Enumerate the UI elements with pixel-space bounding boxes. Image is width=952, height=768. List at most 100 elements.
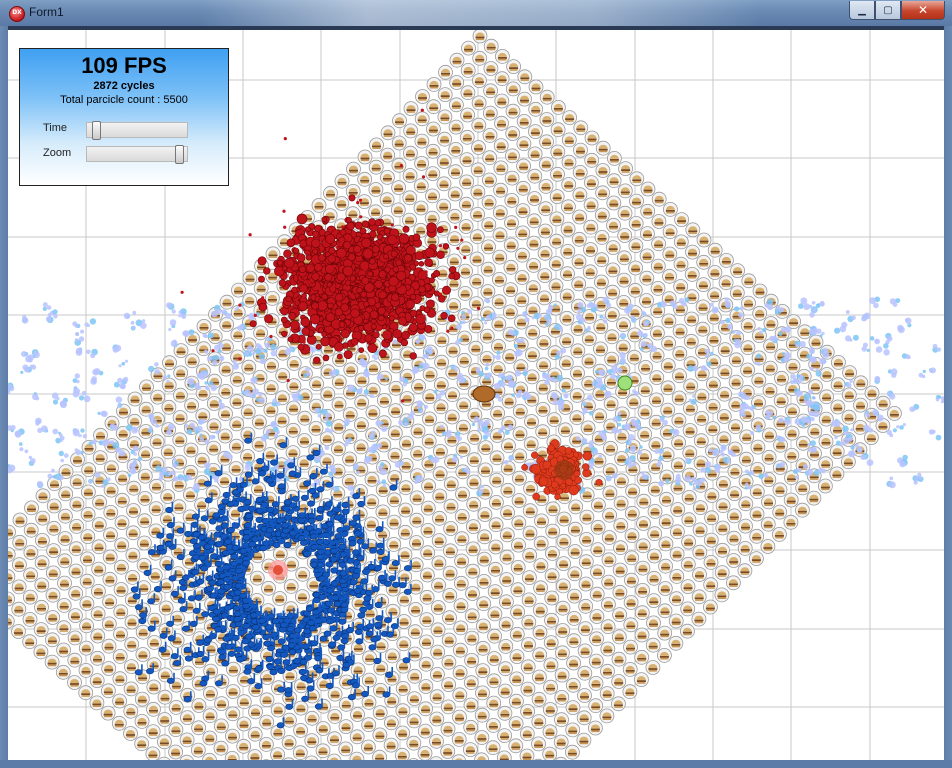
blue-note-particle <box>187 590 196 602</box>
burger-particle <box>494 71 510 87</box>
burger-particle <box>78 685 94 701</box>
zoom-slider[interactable] <box>86 145 188 164</box>
burger-particle <box>398 480 414 496</box>
burger-particle <box>537 245 553 261</box>
red-flower-particle <box>390 250 398 258</box>
close-button[interactable]: ✕ <box>901 1 945 20</box>
burger-particle <box>137 513 153 529</box>
red-flower-particle <box>305 263 315 273</box>
red-flower-particle <box>312 248 318 255</box>
burger-particle <box>751 372 767 388</box>
burger-particle <box>135 647 151 662</box>
burger-particle <box>372 727 388 743</box>
red-stray-particle <box>401 399 405 403</box>
burger-particle <box>605 262 621 278</box>
burger-particle <box>458 219 474 234</box>
burger-particle <box>498 594 514 610</box>
burger-particle <box>737 563 753 579</box>
burger-particle <box>406 691 422 706</box>
burger-particle <box>537 290 552 306</box>
burger-particle <box>454 553 470 569</box>
directx-app-icon[interactable]: DX <box>9 6 25 22</box>
burger-particle <box>456 397 472 413</box>
time-slider[interactable] <box>86 121 188 140</box>
burger-particle <box>180 665 196 681</box>
red-flower-particle <box>336 353 343 360</box>
render-canvas[interactable]: 109 FPS 2872 cycles Total parcicle count… <box>8 30 944 760</box>
burger-particle <box>505 81 521 97</box>
burger-particle <box>784 425 800 441</box>
burger-particle <box>248 704 263 720</box>
burger-particle <box>657 625 673 641</box>
red-flower-particle <box>349 275 356 282</box>
burger-particle <box>414 155 430 171</box>
burger-particle <box>692 522 708 538</box>
zoom-slider-thumb[interactable] <box>175 145 185 164</box>
burger-particle <box>561 132 577 148</box>
burger-particle <box>489 450 505 466</box>
burger-particle <box>68 541 84 557</box>
burger-particle <box>101 616 117 632</box>
burger-particle <box>680 556 696 572</box>
burger-particle <box>494 115 509 131</box>
burger-particle <box>478 440 494 456</box>
burger-particle <box>432 510 447 526</box>
burger-particle <box>504 192 520 208</box>
minimize-button[interactable]: ▁ <box>849 1 875 20</box>
burger-particle <box>445 387 460 403</box>
burger-particle <box>460 107 476 123</box>
red-flower-particle <box>298 301 308 311</box>
burger-particle <box>440 699 456 715</box>
burger-particle <box>387 447 403 463</box>
burger-particle <box>582 286 598 302</box>
burger-particle <box>483 38 499 54</box>
burger-particle <box>680 623 695 639</box>
burger-particle <box>875 395 891 411</box>
maximize-button[interactable]: ▢ <box>875 1 901 20</box>
burger-particle <box>544 612 559 628</box>
burger-particle <box>508 693 524 709</box>
burger-particle <box>539 134 554 150</box>
burger-particle <box>422 411 437 427</box>
burger-particle <box>538 156 554 172</box>
burger-particle <box>500 482 516 498</box>
burger-particle <box>35 488 51 504</box>
burger-particle <box>464 653 480 668</box>
burger-particle <box>264 357 279 373</box>
burger-particle <box>429 689 445 705</box>
burger-particle <box>368 204 384 220</box>
burger-particle <box>115 470 130 486</box>
burger-particle <box>602 485 618 501</box>
burger-particle <box>368 182 384 197</box>
sparkle-particle <box>19 442 29 454</box>
burger-particle <box>629 171 645 187</box>
burger-particle <box>727 463 743 479</box>
sparkle-particle <box>78 390 91 403</box>
burger-particle <box>562 110 577 125</box>
burger-particle <box>583 219 599 235</box>
red-flower-particle <box>383 227 391 235</box>
burger-particle <box>376 392 392 408</box>
burger-particle <box>487 628 503 644</box>
red-flower-particle <box>300 317 310 327</box>
red-flower-particle <box>321 216 328 223</box>
burger-particle <box>519 748 535 760</box>
time-slider-thumb[interactable] <box>91 121 101 140</box>
burger-particle <box>727 486 742 502</box>
red-stray-particle <box>261 296 265 300</box>
burger-particle <box>605 284 620 300</box>
burger-particle <box>127 391 143 407</box>
burger-particle <box>600 663 615 679</box>
burger-particle <box>406 735 422 751</box>
sparkle-particle <box>218 399 225 409</box>
burger-particle <box>327 709 343 724</box>
burger-particle <box>739 451 754 467</box>
orange-particle <box>550 480 559 489</box>
burger-particle <box>23 567 39 583</box>
caption-buttons: ▁ ▢ ✕ <box>849 1 945 20</box>
burger-particle <box>468 296 484 312</box>
title-bar[interactable]: DX Form1 ▁ ▢ ✕ <box>0 0 952 26</box>
red-flower-particle <box>299 283 308 293</box>
burger-particle <box>380 147 396 163</box>
burger-particle <box>150 389 166 405</box>
